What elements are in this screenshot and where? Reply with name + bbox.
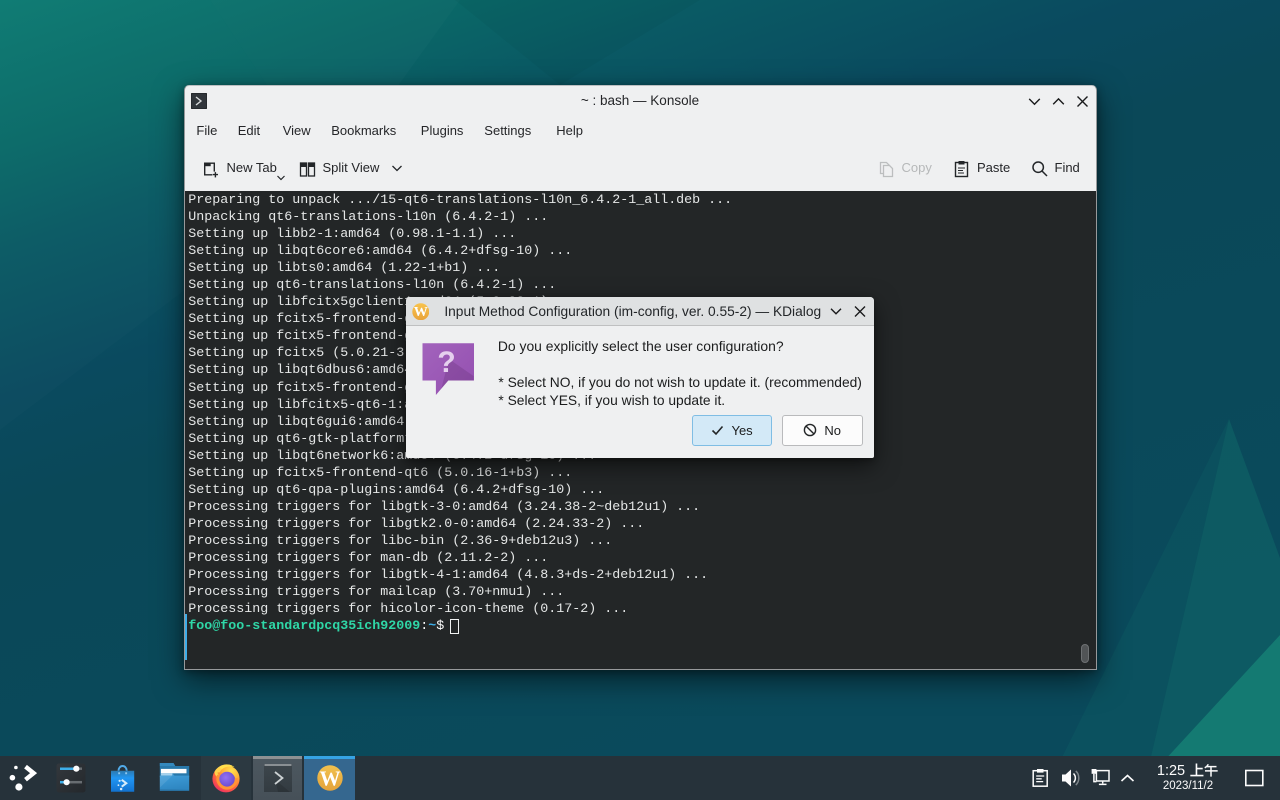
- svg-text:W: W: [319, 766, 340, 790]
- svg-text:?: ?: [438, 346, 456, 379]
